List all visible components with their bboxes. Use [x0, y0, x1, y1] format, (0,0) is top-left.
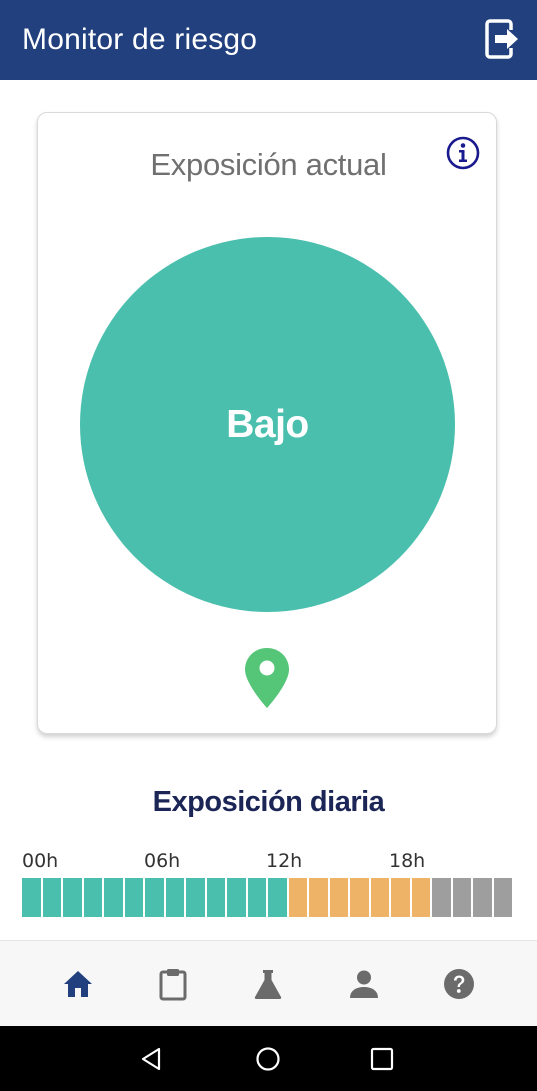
daily-exposure-title: Exposición diaria: [152, 786, 385, 818]
exposure-slot-low: [186, 878, 205, 917]
flask-icon: [255, 969, 282, 999]
info-icon[interactable]: [445, 135, 481, 171]
exposure-slot-medium: [309, 878, 328, 917]
exposure-slot-none: [493, 878, 512, 917]
exposure-slot-none: [473, 878, 492, 917]
exposure-slot-none: [452, 878, 471, 917]
app-title: Monitor de riesgo: [22, 23, 258, 56]
nav-home[interactable]: [54, 960, 102, 1008]
nav-help[interactable]: [435, 960, 483, 1008]
home-icon: [63, 970, 92, 997]
exposure-slot-medium: [329, 878, 348, 917]
hour-label-18: 18h: [389, 850, 426, 872]
hour-label-12: 12h: [266, 850, 303, 872]
exposure-slot-low: [268, 878, 287, 917]
recents-icon[interactable]: [367, 1044, 397, 1074]
exposure-slot-low: [247, 878, 266, 917]
clipboard-icon: [159, 968, 187, 1000]
exposure-slot-low: [104, 878, 123, 917]
help-icon: [444, 968, 475, 999]
nav-lab[interactable]: [244, 960, 292, 1008]
nav-clipboard[interactable]: [149, 960, 197, 1008]
home-circle-icon[interactable]: [253, 1044, 283, 1074]
exposure-slot-low: [22, 878, 41, 917]
system-nav-bar: [0, 1026, 537, 1091]
exposure-slot-medium: [370, 878, 389, 917]
logout-icon[interactable]: [483, 18, 521, 60]
exposure-slot-low: [42, 878, 61, 917]
daily-exposure-timeline: [22, 878, 512, 917]
person-icon: [349, 970, 378, 998]
exposure-slot-medium: [288, 878, 307, 917]
app-bar: Monitor de riesgo: [0, 0, 537, 80]
exposure-slot-none: [432, 878, 451, 917]
exposure-slot-medium: [350, 878, 369, 917]
exposure-slot-low: [165, 878, 184, 917]
location-pin-icon[interactable]: [243, 646, 291, 710]
exposure-slot-low: [124, 878, 143, 917]
nav-profile[interactable]: [340, 960, 388, 1008]
exposure-slot-low: [227, 878, 246, 917]
exposure-slot-low: [145, 878, 164, 917]
back-icon[interactable]: [137, 1044, 167, 1074]
exposure-slot-medium: [391, 878, 410, 917]
hour-label-00: 00h: [22, 850, 59, 872]
exposure-slot-low: [206, 878, 225, 917]
exposure-slot-low: [83, 878, 102, 917]
exposure-slot-low: [63, 878, 82, 917]
risk-level-indicator: Bajo: [80, 237, 455, 612]
bottom-nav: [0, 941, 537, 1026]
hour-label-06: 06h: [144, 850, 181, 872]
exposure-slot-medium: [411, 878, 430, 917]
risk-level-label: Bajo: [226, 402, 309, 446]
